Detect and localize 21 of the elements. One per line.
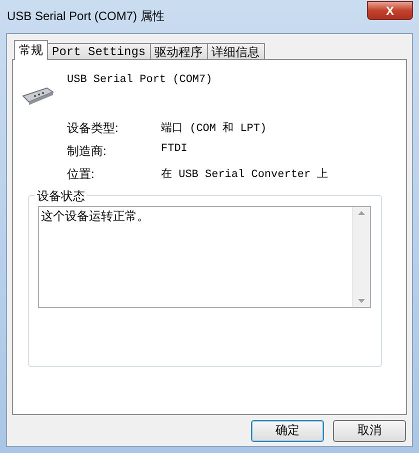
property-value: 端口 (COM 和 LPT) bbox=[161, 121, 268, 137]
property-label: 设备类型: bbox=[67, 120, 120, 137]
scroll-up-icon[interactable] bbox=[358, 211, 365, 215]
tab[interactable]: 详细信息 bbox=[206, 43, 265, 60]
property-value: 在 USB Serial Converter 上 bbox=[161, 167, 330, 183]
close-button[interactable]: X bbox=[367, 1, 413, 20]
status-text-area[interactable]: 这个设备运转正常。 bbox=[38, 206, 371, 308]
group-title: 设备状态 bbox=[35, 188, 87, 205]
property-label: 位置: bbox=[67, 166, 96, 183]
tab[interactable]: Port Settings bbox=[47, 43, 151, 60]
property-value: FTDI bbox=[161, 143, 188, 157]
cancel-button[interactable]: 取消 bbox=[333, 420, 406, 442]
status-text: 这个设备运转正常。 bbox=[40, 208, 150, 225]
scrollbar[interactable] bbox=[352, 207, 370, 307]
window-title: USB Serial Port (COM7) 属性 bbox=[6, 8, 164, 25]
ok-button[interactable]: 确定 bbox=[251, 420, 324, 442]
device-name: USB Serial Port (COM7) bbox=[67, 74, 212, 86]
tab[interactable]: 驱动程序 bbox=[150, 43, 208, 60]
tab[interactable]: 常规 bbox=[14, 40, 48, 60]
scroll-down-icon[interactable] bbox=[358, 299, 365, 303]
property-label: 制造商: bbox=[67, 143, 108, 160]
